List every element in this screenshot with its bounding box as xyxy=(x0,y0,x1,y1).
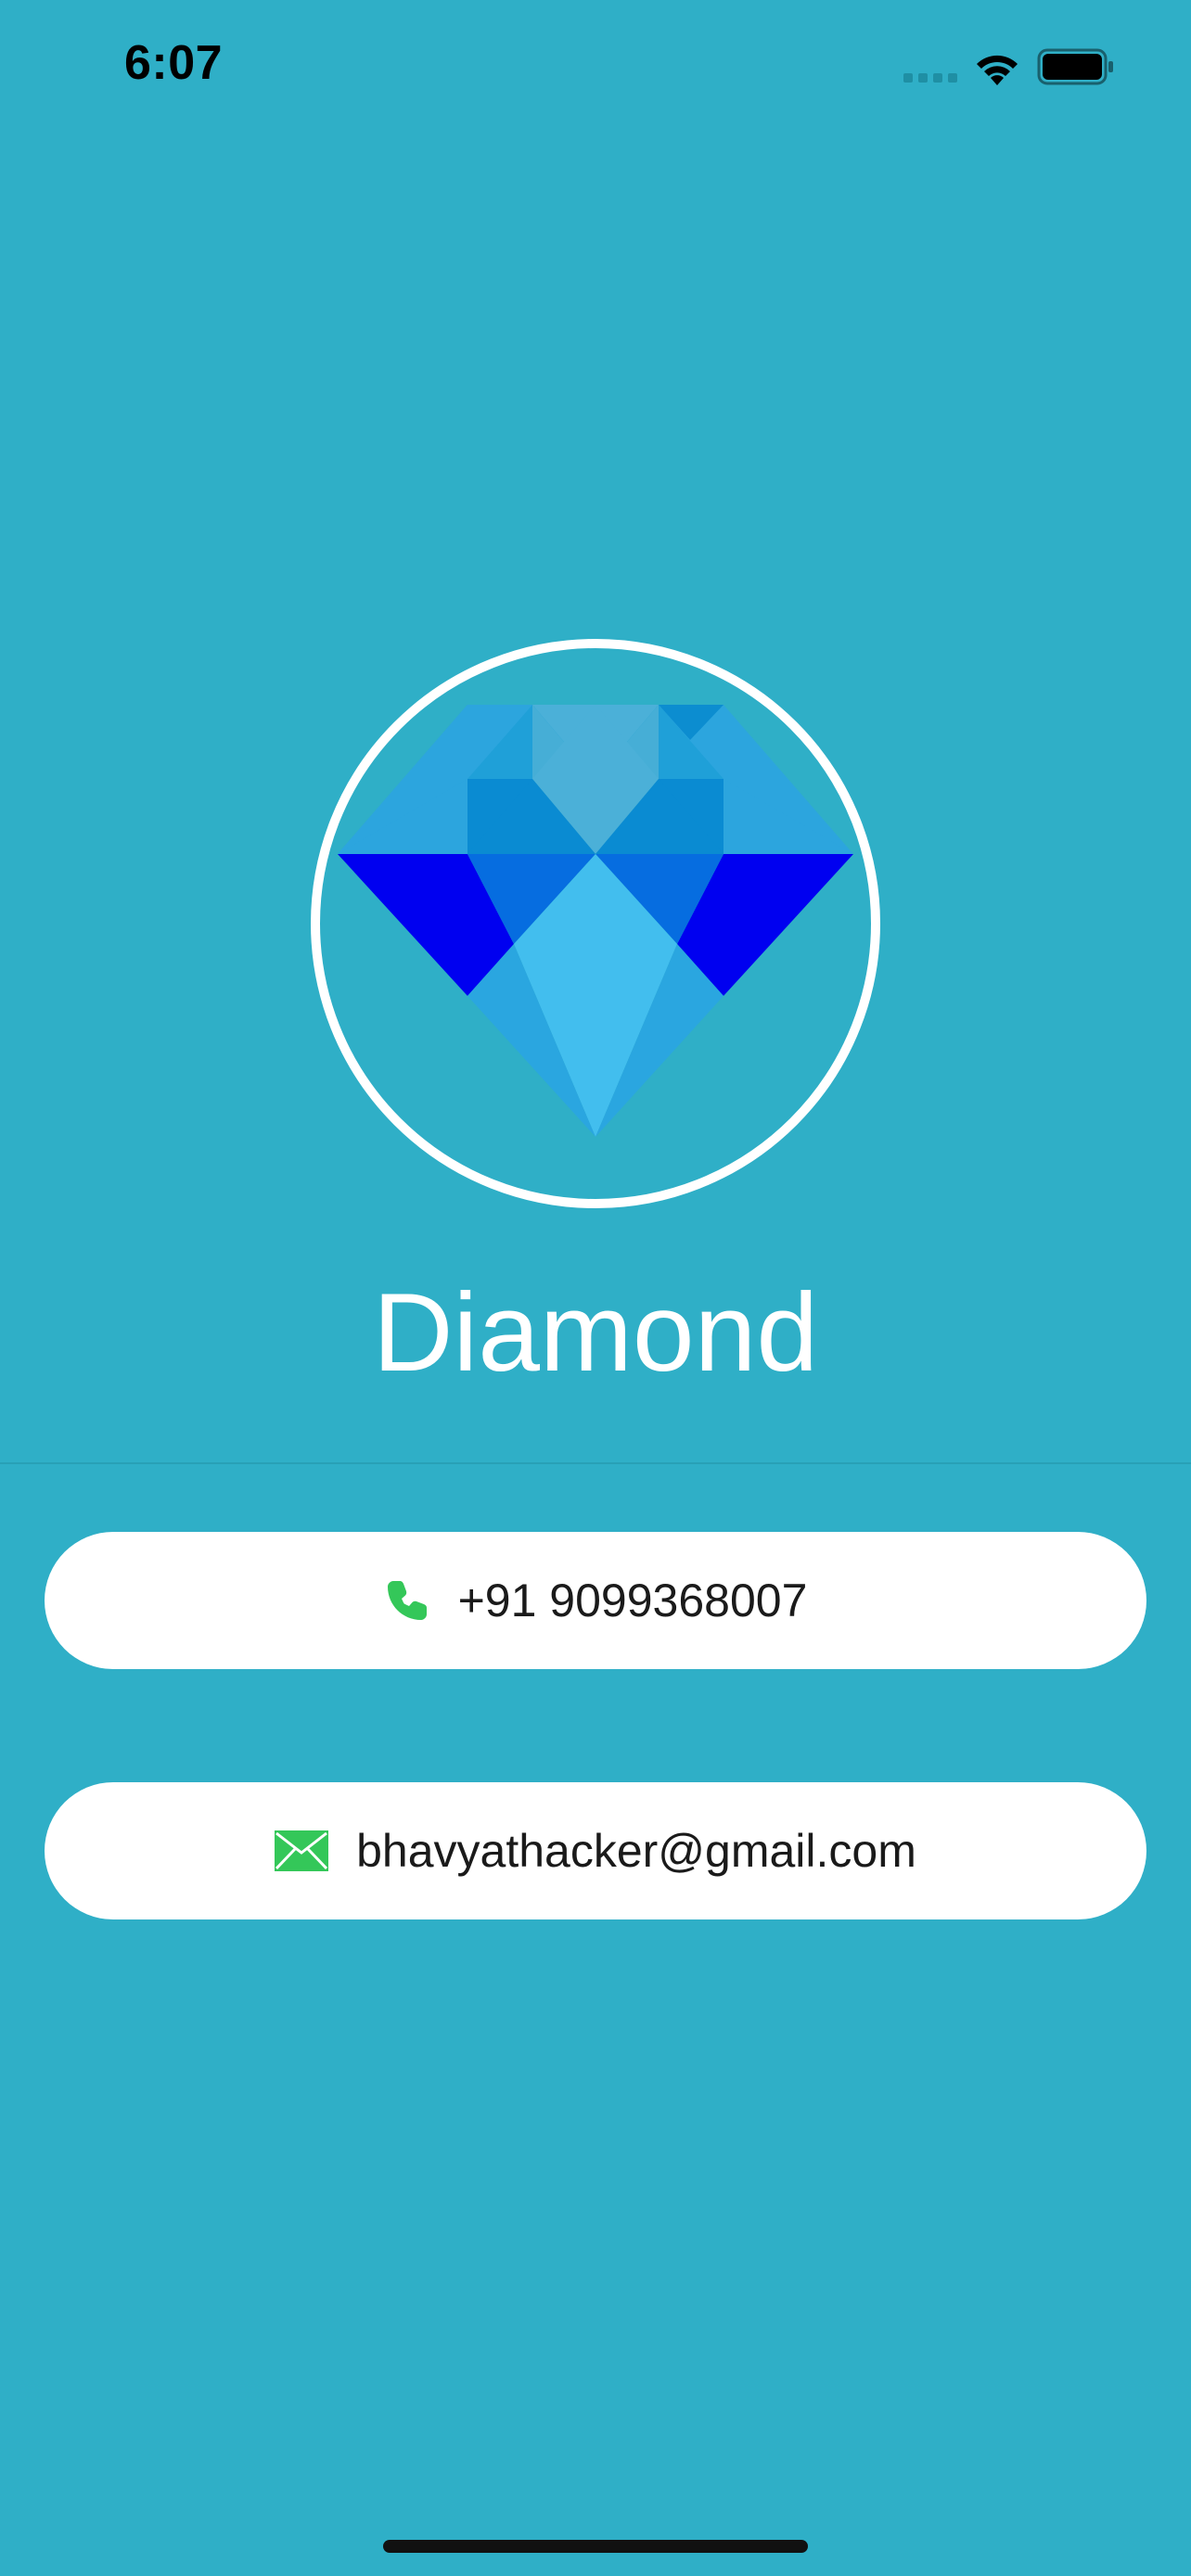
cellular-icon xyxy=(903,73,957,83)
mail-icon xyxy=(275,1830,329,1871)
battery-icon xyxy=(1037,48,1113,85)
app-title: Diamond xyxy=(372,1270,819,1395)
divider xyxy=(0,1462,1191,1464)
status-time: 6:07 xyxy=(124,36,224,90)
home-indicator[interactable] xyxy=(383,2540,808,2553)
status-bar: 6:07 xyxy=(0,0,1191,130)
diamond-icon xyxy=(311,639,880,1208)
phone-card[interactable]: +91 9099368007 xyxy=(45,1532,1146,1669)
wifi-icon xyxy=(977,55,1018,85)
phone-number: +91 9099368007 xyxy=(457,1575,808,1626)
app-logo xyxy=(310,638,881,1209)
email-address: bhavyathacker@gmail.com xyxy=(356,1825,916,1877)
phone-icon xyxy=(384,1577,430,1624)
email-card[interactable]: bhavyathacker@gmail.com xyxy=(45,1782,1146,1919)
